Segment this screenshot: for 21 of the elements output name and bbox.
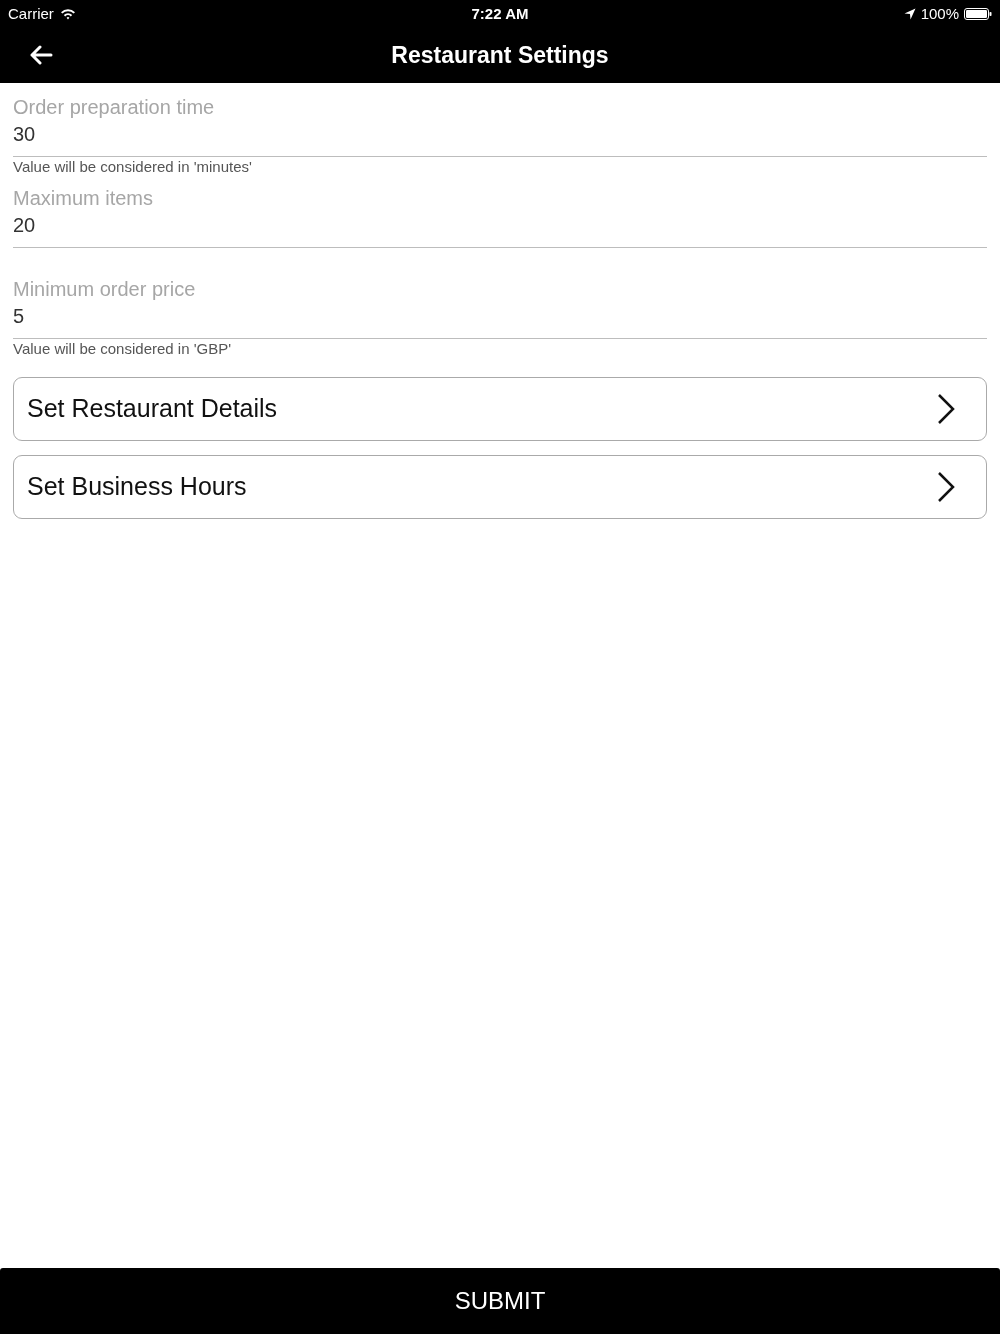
field-label: Minimum order price xyxy=(13,277,196,301)
location-arrow-icon xyxy=(903,8,916,20)
battery-percentage: 100% xyxy=(920,3,959,24)
field-hint: Value will be considered in 'minutes' xyxy=(13,158,252,176)
chevron-right-icon xyxy=(936,471,956,503)
battery-icon xyxy=(964,8,992,20)
carrier-name: Carrier xyxy=(8,3,54,24)
chevron-right-icon xyxy=(936,393,956,425)
text-field[interactable]: 30 xyxy=(13,119,987,157)
submit-button[interactable]: SUBMIT xyxy=(0,1268,1000,1334)
menu-row-button[interactable]: Set Business Hours xyxy=(13,455,987,519)
field-label: Maximum items xyxy=(13,186,153,210)
wifi-icon xyxy=(59,8,76,20)
status-time: 7:22 AM xyxy=(471,3,529,24)
text-field[interactable]: 20 xyxy=(13,210,987,248)
menu-row-button[interactable]: Set Restaurant Details xyxy=(13,377,987,441)
text-field[interactable]: 5 xyxy=(13,301,987,339)
back-arrow-icon xyxy=(29,45,53,65)
screen-title: Restaurant Settings xyxy=(391,41,609,71)
field-hint: Value will be considered in 'GBP' xyxy=(13,340,232,358)
field-label: Order preparation time xyxy=(13,95,215,119)
